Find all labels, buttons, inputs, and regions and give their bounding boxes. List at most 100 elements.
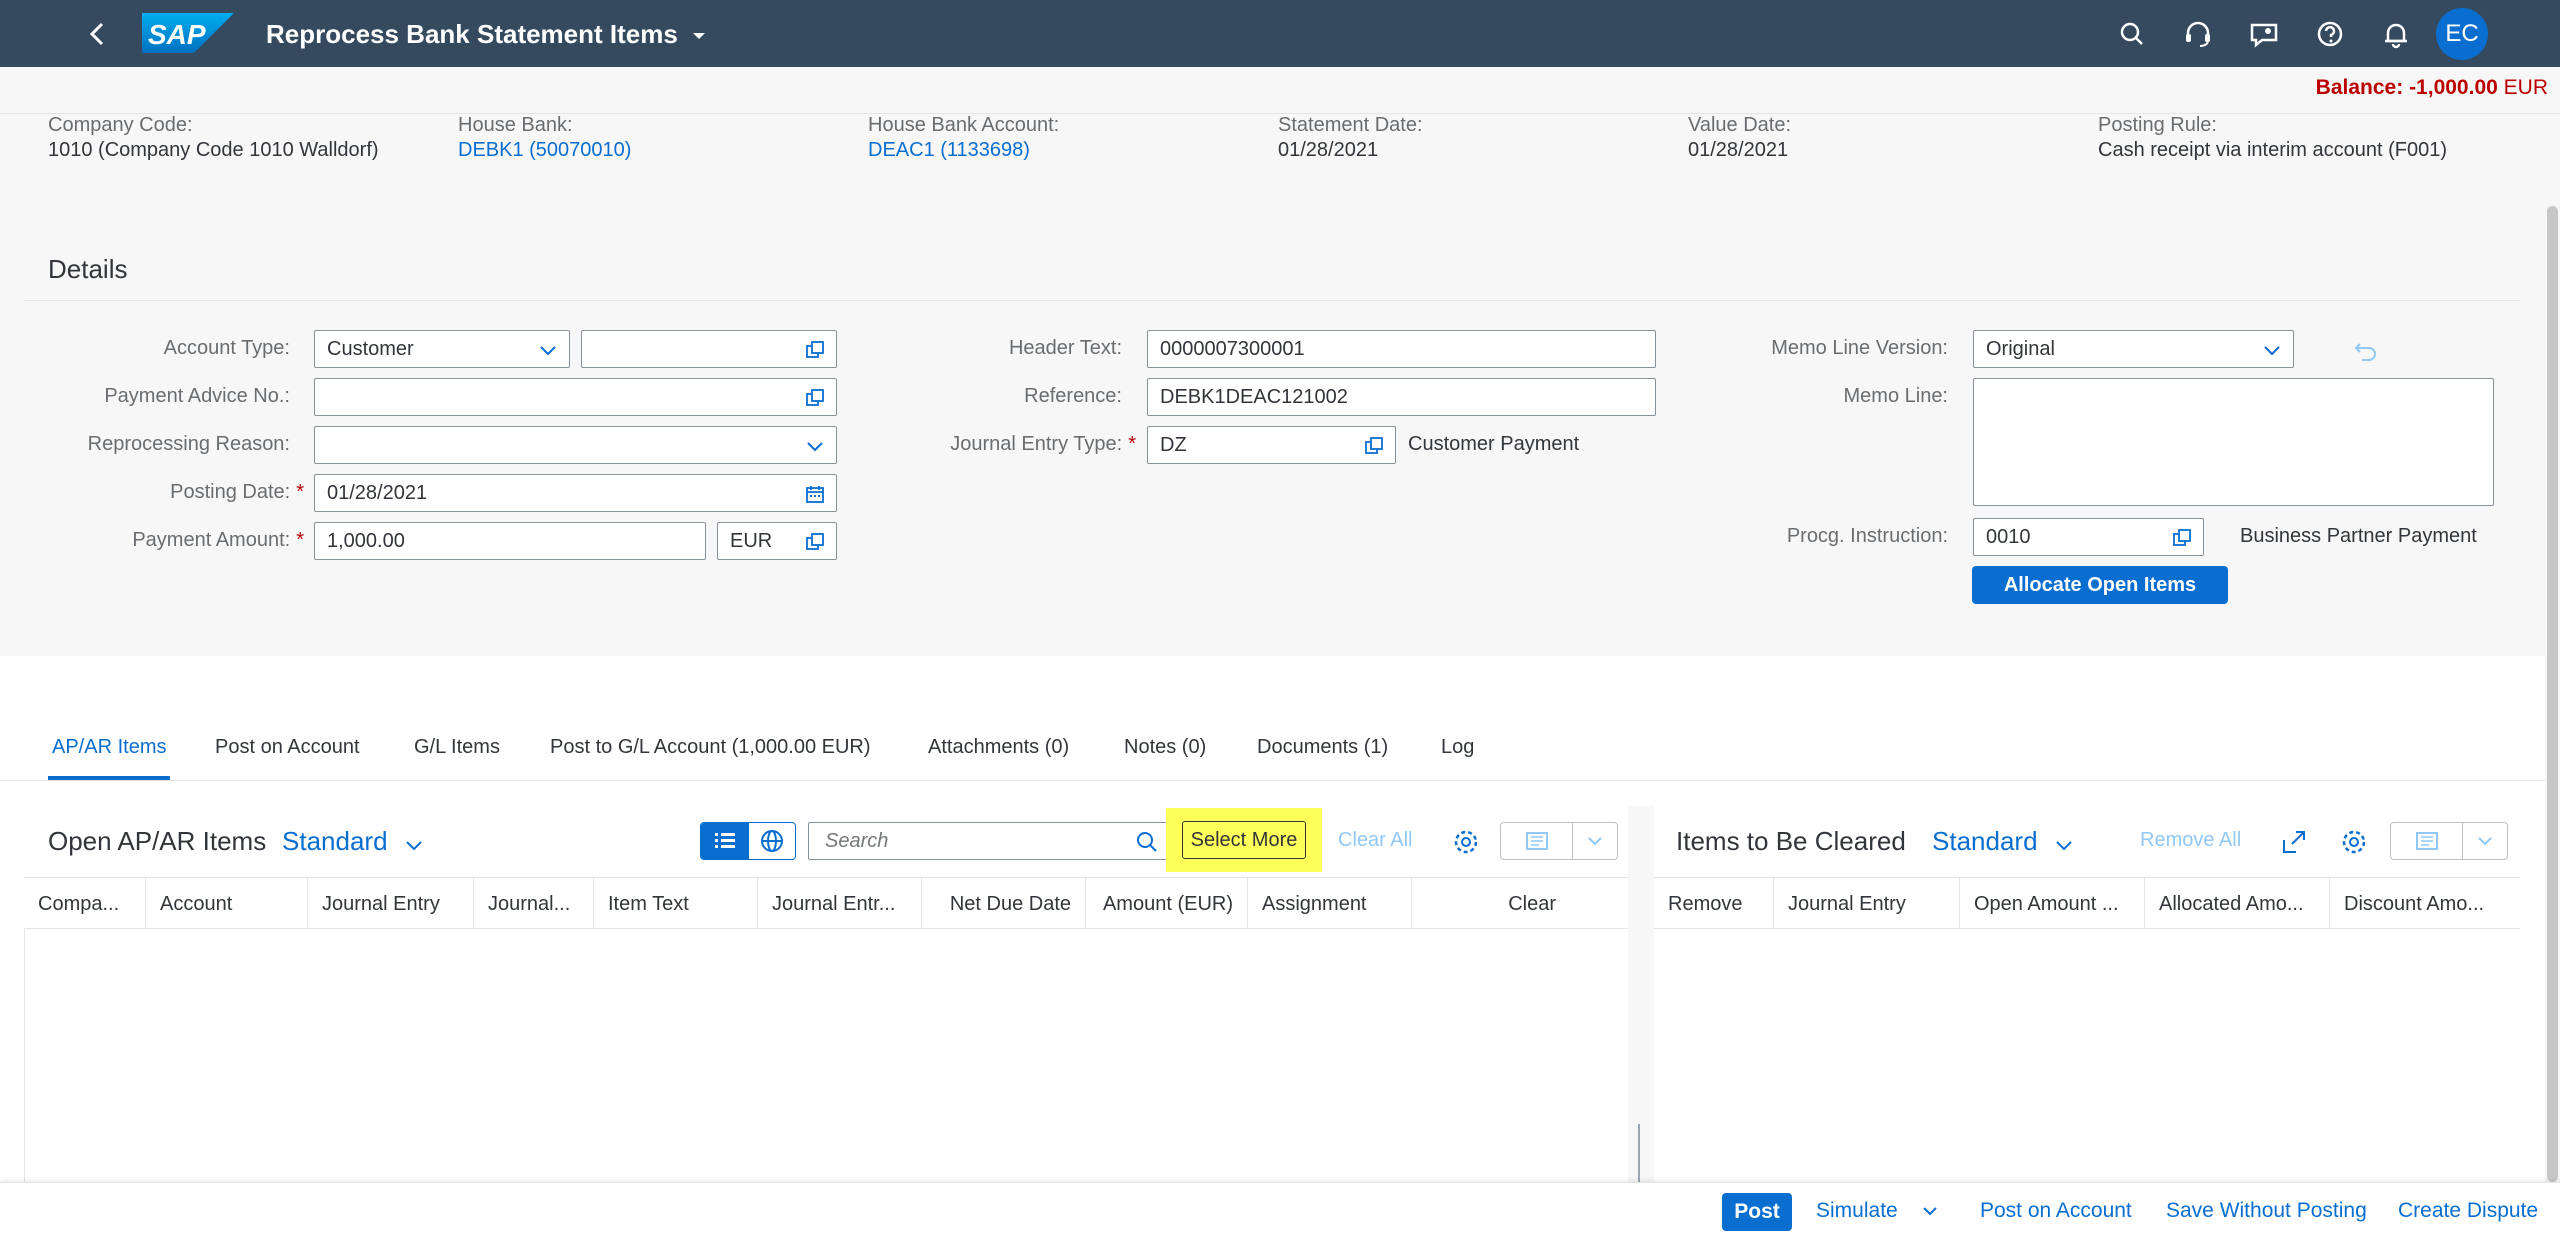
column-header[interactable]: Journal Entr...	[758, 878, 922, 930]
post-on-account-button[interactable]: Post on Account	[1980, 1199, 2132, 1223]
open-items-variant-selector[interactable]: Standard	[282, 826, 425, 857]
column-header[interactable]: Journal Entry	[1774, 878, 1960, 930]
clear-all-button[interactable]: Clear All	[1338, 829, 1412, 852]
select-more-highlight: Select More	[1166, 808, 1322, 872]
payment-amount-input[interactable]: 1,000.00	[314, 522, 706, 560]
list-view-button[interactable]	[701, 823, 749, 859]
post-button[interactable]: Post	[1722, 1193, 1792, 1231]
posting-date-label-wrap: Posting Date: *	[0, 481, 304, 504]
currency-input[interactable]: EUR	[717, 522, 837, 560]
global-view-button[interactable]	[749, 823, 795, 859]
cleared-items-variant-selector[interactable]: Standard	[1932, 826, 2075, 857]
search-icon[interactable]	[1135, 830, 1159, 854]
save-without-posting-button[interactable]: Save Without Posting	[2166, 1199, 2367, 1223]
chevron-down-icon	[807, 442, 823, 452]
allocate-open-items-button[interactable]: Allocate Open Items	[1972, 566, 2228, 604]
calendar-icon[interactable]	[804, 483, 826, 505]
value-help-icon[interactable]	[804, 387, 826, 409]
export-menu-button[interactable]	[1573, 823, 1617, 859]
search-input[interactable]: Search	[808, 822, 1168, 860]
tab-gl-items[interactable]: G/L Items	[414, 736, 500, 759]
balance-currency: EUR	[2503, 76, 2548, 99]
select-more-button[interactable]: Select More	[1182, 821, 1306, 859]
value-help-icon[interactable]	[1363, 435, 1385, 457]
settings-gear-icon[interactable]	[2338, 826, 2370, 858]
column-header[interactable]: Journal...	[474, 878, 594, 930]
tab-ap-ar-items[interactable]: AP/AR Items	[52, 736, 166, 759]
column-header[interactable]: Discount Amo...	[2330, 878, 2520, 930]
statement-date-value: 01/28/2021	[1278, 139, 1379, 161]
posting-date-picker[interactable]: 01/28/2021	[314, 474, 837, 512]
journal-entry-type-value: DZ	[1160, 434, 1187, 456]
sap-logo[interactable]: SAP	[142, 13, 234, 53]
simulate-button[interactable]: Simulate	[1816, 1199, 1898, 1223]
tab-log[interactable]: Log	[1441, 736, 1474, 759]
company-code-label: Company Code:	[48, 114, 193, 136]
export-split-button	[2390, 822, 2508, 860]
remove-all-button[interactable]: Remove All	[2140, 829, 2241, 852]
headset-icon[interactable]	[2178, 14, 2218, 54]
account-input[interactable]	[581, 330, 837, 368]
tab-attachments[interactable]: Attachments (0)	[928, 736, 1069, 759]
app-title[interactable]: Reprocess Bank Statement Items	[266, 19, 707, 50]
house-bank-account-link[interactable]: DEAC1 (1133698)	[868, 139, 1030, 162]
export-button[interactable]	[2391, 823, 2463, 859]
column-header[interactable]: Clear	[1412, 878, 1628, 930]
tab-divider	[0, 780, 2545, 781]
open-items-variant: Standard	[282, 826, 388, 856]
chevron-down-icon	[406, 841, 422, 851]
procg-instruction-input[interactable]: 0010	[1973, 518, 2204, 556]
column-header[interactable]: Allocated Amo...	[2145, 878, 2330, 930]
column-header[interactable]: Journal Entry	[308, 878, 474, 930]
column-header[interactable]: Assignment	[1248, 878, 1412, 930]
account-type-select[interactable]: Customer	[314, 330, 570, 368]
posting-rule-value: Cash receipt via interim account (F001)	[2098, 139, 2448, 161]
memo-line-version-label: Memo Line Version:	[1771, 337, 1948, 359]
export-menu-button[interactable]	[2463, 823, 2507, 859]
export-button[interactable]	[1501, 823, 1573, 859]
panel-splitter[interactable]	[1628, 806, 1654, 1182]
column-header[interactable]: Compa...	[24, 878, 146, 930]
header-text-input[interactable]: 0000007300001	[1147, 330, 1656, 368]
tab-post-to-gl-account[interactable]: Post to G/L Account (1,000.00 EUR)	[550, 736, 871, 759]
payment-advice-label: Payment Advice No.:	[104, 385, 290, 407]
chevron-down-icon	[2478, 837, 2492, 846]
column-header[interactable]: Amount (EUR)	[1086, 878, 1248, 930]
payment-advice-input[interactable]	[314, 378, 837, 416]
export-icon	[2416, 832, 2438, 850]
reprocessing-reason-select[interactable]	[314, 426, 837, 464]
details-title: Details	[48, 254, 128, 284]
back-arrow-icon[interactable]	[80, 16, 116, 52]
value-help-icon[interactable]	[804, 339, 826, 361]
fullscreen-icon[interactable]	[2278, 826, 2310, 858]
page-scrollbar-thumb[interactable]	[2547, 206, 2558, 1182]
create-dispute-button[interactable]: Create Dispute	[2398, 1199, 2538, 1223]
settings-gear-icon[interactable]	[1450, 826, 1482, 858]
tab-documents[interactable]: Documents (1)	[1257, 736, 1388, 759]
memo-line-version-select[interactable]: Original	[1973, 330, 2294, 368]
journal-entry-type-input[interactable]: DZ	[1147, 426, 1396, 464]
reference-input[interactable]: DEBK1DEAC121002	[1147, 378, 1656, 416]
value-help-icon[interactable]	[2171, 527, 2193, 549]
user-avatar[interactable]: EC	[2436, 8, 2488, 60]
column-header[interactable]: Remove	[1654, 878, 1774, 930]
column-header[interactable]: Item Text	[594, 878, 758, 930]
open-items-title: Open AP/AR Items	[48, 826, 267, 856]
column-header[interactable]: Account	[146, 878, 308, 930]
notifications-bell-icon[interactable]	[2376, 14, 2416, 54]
simulate-menu-chevron-icon[interactable]	[1918, 1199, 1942, 1223]
required-marker: *	[296, 529, 304, 551]
memo-line-textarea[interactable]	[1973, 378, 2494, 506]
help-icon[interactable]	[2310, 14, 2350, 54]
tab-post-on-account[interactable]: Post on Account	[215, 736, 360, 759]
search-icon[interactable]	[2112, 14, 2152, 54]
house-bank-link[interactable]: DEBK1 (50070010)	[458, 139, 631, 162]
undo-icon[interactable]	[2352, 336, 2380, 364]
chevron-down-icon	[1588, 837, 1602, 846]
value-help-icon[interactable]	[804, 531, 826, 553]
tab-notes[interactable]: Notes (0)	[1124, 736, 1206, 759]
feedback-icon[interactable]	[2244, 14, 2284, 54]
column-header[interactable]: Open Amount ...	[1960, 878, 2145, 930]
column-header[interactable]: Net Due Date	[922, 878, 1086, 930]
export-icon	[1526, 832, 1548, 850]
